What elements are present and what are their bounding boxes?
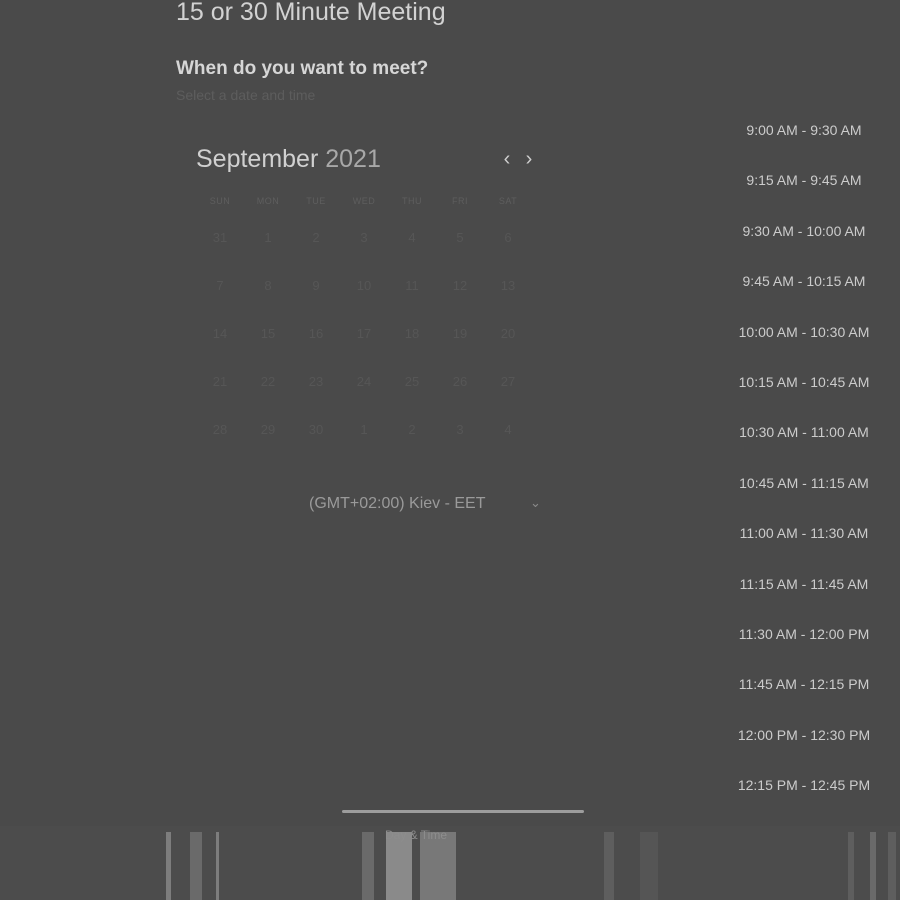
time-slot-button[interactable]: 9:45 AM - 10:15 AM bbox=[720, 263, 888, 299]
section-heading: When do you want to meet? bbox=[176, 58, 429, 79]
weekday-label: SUN bbox=[209, 196, 231, 206]
nav-bar bbox=[640, 832, 658, 900]
calendar-day[interactable]: 5 bbox=[436, 218, 484, 258]
calendar-day[interactable]: 13 bbox=[484, 266, 532, 306]
time-slot-button[interactable]: 11:15 AM - 11:45 AM bbox=[720, 566, 888, 602]
weekday-label: TUE bbox=[306, 196, 326, 206]
calendar-day[interactable]: 6 bbox=[484, 218, 532, 258]
nav-bar bbox=[848, 832, 854, 900]
calendar-day[interactable]: 21 bbox=[196, 362, 244, 402]
calendar-day[interactable]: 11 bbox=[388, 266, 436, 306]
chevron-right-icon: › bbox=[525, 148, 533, 170]
chevron-down-icon: ⌄ bbox=[530, 495, 541, 510]
calendar-day[interactable]: 29 bbox=[244, 410, 292, 450]
calendar-day[interactable]: 23 bbox=[292, 362, 340, 402]
calendar-day[interactable]: 25 bbox=[388, 362, 436, 402]
calendar-day[interactable]: 2 bbox=[292, 218, 340, 258]
calendar-day[interactable]: 3 bbox=[340, 218, 388, 258]
section-hint: Select a date and time bbox=[176, 87, 316, 103]
weekday-label: SAT bbox=[498, 196, 518, 206]
chevron-left-icon: ‹ bbox=[503, 148, 511, 170]
weekday-header: SUN MON TUE WED THU FRI SAT bbox=[196, 196, 532, 210]
time-slot-button[interactable]: 9:30 AM - 10:00 AM bbox=[720, 213, 888, 249]
weekday-label: WED bbox=[352, 196, 376, 206]
calendar-day[interactable]: 31 bbox=[196, 218, 244, 258]
time-slot-button[interactable]: 12:15 PM - 12:45 PM bbox=[720, 767, 888, 803]
calendar-day[interactable]: 3 bbox=[436, 410, 484, 450]
weekday-label: FRI bbox=[452, 196, 468, 206]
time-slot-button[interactable]: 10:30 AM - 11:00 AM bbox=[720, 414, 888, 450]
time-slot-button[interactable]: 9:15 AM - 9:45 AM bbox=[720, 162, 888, 198]
nav-bar bbox=[190, 832, 202, 900]
nav-label: Day & Time bbox=[385, 828, 448, 842]
weekday-label: MON bbox=[256, 196, 280, 206]
calendar-header: September 2021 bbox=[196, 145, 381, 174]
nav-bar bbox=[216, 832, 219, 900]
time-slot-button[interactable]: 10:00 AM - 10:30 AM bbox=[720, 314, 888, 350]
calendar-day[interactable]: 1 bbox=[244, 218, 292, 258]
calendar-day[interactable]: 8 bbox=[244, 266, 292, 306]
calendar-day[interactable]: 30 bbox=[292, 410, 340, 450]
time-slot-button[interactable]: 10:15 AM - 10:45 AM bbox=[720, 364, 888, 400]
time-slot-button[interactable]: 11:00 AM - 11:30 AM bbox=[720, 515, 888, 551]
time-slot-button[interactable]: 11:45 AM - 12:15 PM bbox=[720, 666, 888, 702]
nav-bar bbox=[888, 832, 896, 900]
calendar-day[interactable]: 27 bbox=[484, 362, 532, 402]
bottom-nav: Day & Time bbox=[0, 826, 900, 900]
timezone-select[interactable]: (GMT+02:00) Kiev - EET ⌄ bbox=[300, 493, 552, 517]
calendar-day[interactable]: 18 bbox=[388, 314, 436, 354]
nav-bar bbox=[362, 832, 374, 900]
page-title: 15 or 30 Minute Meeting bbox=[176, 0, 446, 26]
calendar-day[interactable]: 7 bbox=[196, 266, 244, 306]
timezone-label: (GMT+02:00) Kiev - EET bbox=[309, 495, 486, 512]
calendar-day[interactable]: 9 bbox=[292, 266, 340, 306]
calendar-day[interactable]: 1 bbox=[340, 410, 388, 450]
calendar-day[interactable]: 28 bbox=[196, 410, 244, 450]
prev-month-button[interactable]: ‹ bbox=[497, 148, 517, 170]
calendar-year: 2021 bbox=[325, 145, 381, 173]
calendar-day[interactable]: 24 bbox=[340, 362, 388, 402]
nav-bar bbox=[604, 832, 614, 900]
calendar-day[interactable]: 15 bbox=[244, 314, 292, 354]
calendar-day[interactable]: 12 bbox=[436, 266, 484, 306]
calendar-grid: 31 1 2 3 4 5 6 7 8 9 10 11 12 13 14 15 16 17 18 19 20 21 22 23 2… bbox=[196, 218, 532, 458]
time-slot-button[interactable]: 12:00 PM - 12:30 PM bbox=[720, 717, 888, 753]
nav-bar bbox=[166, 832, 171, 900]
calendar-day[interactable]: 22 bbox=[244, 362, 292, 402]
calendar-day[interactable]: 2 bbox=[388, 410, 436, 450]
nav-bar bbox=[420, 832, 456, 900]
calendar-day[interactable]: 16 bbox=[292, 314, 340, 354]
nav-bar bbox=[386, 832, 412, 900]
calendar-month: September bbox=[196, 145, 319, 173]
calendar-day[interactable]: 10 bbox=[340, 266, 388, 306]
calendar-day[interactable]: 19 bbox=[436, 314, 484, 354]
time-slot-button[interactable]: 11:30 AM - 12:00 PM bbox=[720, 616, 888, 652]
time-slot-button[interactable]: 10:45 AM - 11:15 AM bbox=[720, 465, 888, 501]
calendar-day[interactable]: 26 bbox=[436, 362, 484, 402]
weekday-label: THU bbox=[402, 196, 422, 206]
calendar-day[interactable]: 14 bbox=[196, 314, 244, 354]
calendar-day[interactable]: 4 bbox=[388, 218, 436, 258]
next-month-button[interactable]: › bbox=[519, 148, 539, 170]
scroll-indicator[interactable] bbox=[342, 810, 584, 813]
calendar-day[interactable]: 20 bbox=[484, 314, 532, 354]
time-slot-button[interactable]: 9:00 AM - 9:30 AM bbox=[720, 112, 888, 148]
nav-bar bbox=[870, 832, 876, 900]
calendar-day[interactable]: 4 bbox=[484, 410, 532, 450]
calendar-day[interactable]: 17 bbox=[340, 314, 388, 354]
